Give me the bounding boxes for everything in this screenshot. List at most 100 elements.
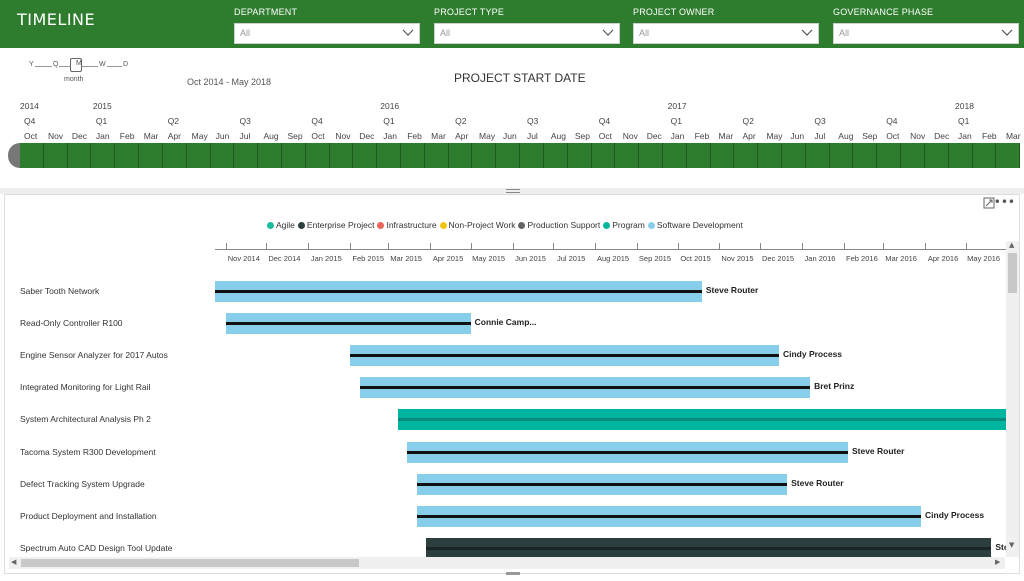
task-name-label: Saber Tooth Network: [20, 286, 100, 296]
timeline-month-cell[interactable]: [710, 143, 735, 168]
timeline-month-label: Dec: [359, 131, 375, 141]
timeline-month-cell[interactable]: [258, 143, 282, 168]
timeline-month-cell[interactable]: [948, 143, 973, 168]
timeline-month-cell[interactable]: [401, 143, 425, 168]
timeline-month-cell[interactable]: [496, 143, 521, 168]
task-bar[interactable]: [359, 377, 811, 399]
horizontal-scrollbar[interactable]: ◀ ▶: [9, 557, 1005, 569]
task-bar[interactable]: [215, 281, 702, 302]
timeline-month-cell[interactable]: [758, 143, 782, 168]
timeline-month-cell[interactable]: [615, 143, 640, 168]
granularity-option-q[interactable]: Q: [52, 61, 60, 68]
filter-selected-value: All: [440, 28, 451, 38]
task-bar[interactable]: [416, 505, 921, 527]
task-bar[interactable]: [350, 345, 779, 367]
bottom-resize-grip[interactable]: [506, 572, 520, 575]
task-bar[interactable]: [425, 537, 992, 557]
task-bar[interactable]: [407, 441, 848, 463]
timeline-month-cell[interactable]: [662, 143, 687, 168]
timeline-month-cell[interactable]: [639, 143, 663, 168]
timeline-month-label: Jan: [670, 131, 685, 141]
vertical-scrollbar[interactable]: ▲ ▼: [1006, 241, 1019, 557]
scroll-up-icon[interactable]: ▲: [1009, 241, 1014, 249]
timeline-month-cell[interactable]: [996, 143, 1021, 168]
scroll-right-icon[interactable]: ▶: [995, 558, 1000, 566]
timeline-month-cell[interactable]: [472, 143, 497, 168]
chevron-down-icon[interactable]: [602, 28, 614, 38]
filter-dropdown[interactable]: All: [434, 23, 620, 44]
timeline-month-cell[interactable]: [543, 143, 568, 168]
timeline-month-cell[interactable]: [43, 143, 68, 168]
timeline-month-label: Mar: [1005, 131, 1021, 141]
granularity-option-d[interactable]: D: [122, 61, 130, 68]
timeline-month-label: Nov: [622, 131, 638, 141]
timeline-month-cell[interactable]: [115, 143, 140, 168]
granularity-option-y[interactable]: Y: [28, 61, 35, 68]
timeline-month-cell[interactable]: [448, 143, 473, 168]
timeline-month-cell[interactable]: [281, 143, 306, 168]
chevron-down-icon[interactable]: [402, 28, 414, 38]
timeline-month-cell[interactable]: [972, 143, 997, 168]
resize-grip-icon[interactable]: [506, 189, 520, 193]
timeline-month-cell[interactable]: [234, 143, 259, 168]
timeline-month-cell[interactable]: [329, 143, 354, 168]
timeline-month-cell[interactable]: [162, 143, 187, 168]
timeline-month-cell[interactable]: [805, 143, 830, 168]
granularity-option-m[interactable]: M: [75, 60, 83, 67]
scroll-left-icon[interactable]: ◀: [11, 558, 16, 566]
scroll-down-icon[interactable]: ▼: [1009, 541, 1014, 549]
task-name-label: Spectrum Auto CAD Design Tool Update: [20, 542, 173, 553]
timeline-month-cell[interactable]: [210, 143, 235, 168]
task-progress-line: [407, 450, 848, 454]
timeline-month-cell[interactable]: [139, 143, 163, 168]
axis-tick: [636, 243, 638, 249]
range-start-handle[interactable]: [8, 143, 20, 168]
granularity-option-w[interactable]: W: [98, 61, 107, 68]
timeline-month-cell[interactable]: [924, 143, 949, 168]
timeline-month-cell[interactable]: [20, 143, 44, 168]
timeline-quarter-label: Q3: [526, 116, 539, 126]
timeline-year-label: 2015: [92, 101, 112, 111]
filter-dropdown[interactable]: All: [234, 23, 420, 44]
timeline-range-bar[interactable]: [8, 143, 1021, 168]
task-progress-line: [397, 418, 1006, 422]
timeline-month-cell[interactable]: [686, 143, 711, 168]
timeline-month-cell[interactable]: [591, 143, 616, 168]
axis-tick-label: Jun 2015: [515, 254, 546, 263]
axis-tick-label: Feb 2016: [846, 254, 878, 263]
chevron-down-icon[interactable]: [1001, 28, 1013, 38]
timeline-quarter-label: Q1: [670, 116, 682, 126]
task-bar[interactable]: [397, 409, 1006, 431]
task-name-label: Engine Sensor Analyzer for 2017 Autos: [20, 350, 168, 361]
timeline-month-cell[interactable]: [782, 143, 806, 168]
timeline-month-cell[interactable]: [67, 143, 92, 168]
timeline-month-cell[interactable]: [353, 143, 378, 168]
granularity-selector[interactable]: Y Q M W D month: [22, 56, 132, 86]
timeline-month-label: May: [766, 131, 783, 141]
timeline-month-label: May: [479, 131, 496, 141]
filter-project-owner: PROJECT OWNER All: [633, 7, 819, 44]
timeline-month-cell[interactable]: [734, 143, 759, 168]
filter-dropdown[interactable]: All: [833, 23, 1019, 44]
task-bar[interactable]: [416, 473, 788, 495]
vertical-scroll-thumb[interactable]: [1008, 253, 1017, 293]
timeline-month-cell[interactable]: [901, 143, 925, 168]
horizontal-scroll-thumb[interactable]: [21, 559, 359, 567]
timeline-month-cell[interactable]: [305, 143, 330, 168]
timeline-month-cell[interactable]: [853, 143, 878, 168]
timeline-month-cell[interactable]: [424, 143, 449, 168]
timeline-month-cell[interactable]: [829, 143, 854, 168]
timeline-month-cell[interactable]: [520, 143, 544, 168]
timeline-month-cell[interactable]: [186, 143, 211, 168]
timeline-month-cell[interactable]: [91, 143, 116, 168]
task-bar[interactable]: [225, 313, 471, 335]
chevron-down-icon[interactable]: [801, 28, 813, 38]
timeline-month-cell[interactable]: [377, 143, 401, 168]
timeline-month-cell[interactable]: [567, 143, 592, 168]
timeline-month-cell[interactable]: [877, 143, 902, 168]
timeline-month-label: Feb: [694, 131, 710, 141]
timeline-month-label: Dec: [934, 131, 950, 141]
axis-tick: [760, 243, 762, 249]
filter-dropdown[interactable]: All: [633, 23, 819, 44]
timeline-quarter-label: Q2: [742, 116, 754, 126]
